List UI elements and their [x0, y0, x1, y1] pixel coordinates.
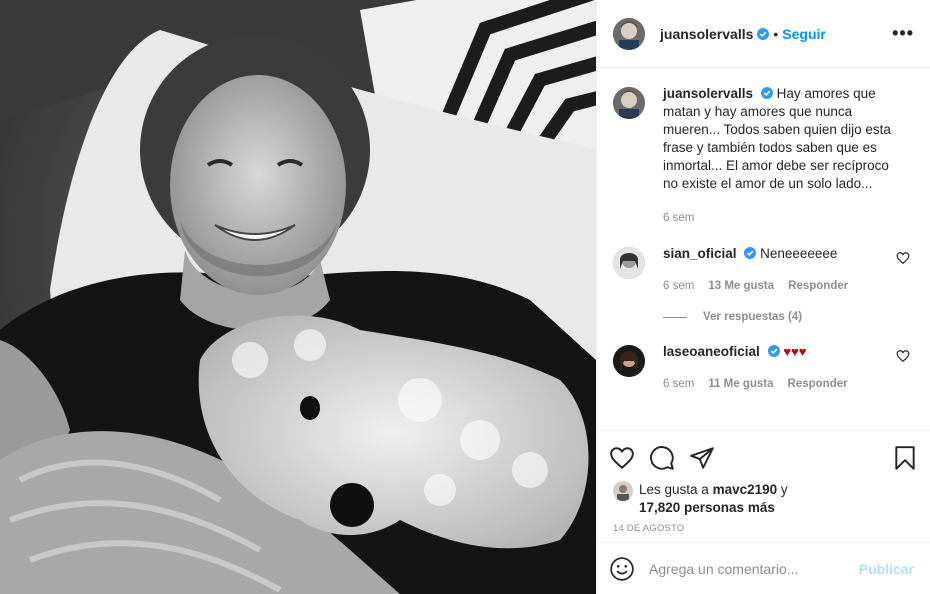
liker-username[interactable]: mavc2190: [713, 482, 778, 497]
view-replies-label: Ver respuestas (4): [703, 311, 803, 323]
follow-button[interactable]: Seguir: [782, 26, 826, 42]
post-header: juansolervalls • Seguir •••: [597, 0, 930, 68]
likes-text: Les gusta a mavc2190 y 17,820 personas m…: [639, 481, 788, 517]
emoji-icon[interactable]: [609, 556, 635, 582]
likes-conj: y: [780, 482, 788, 497]
comment-icon[interactable]: [649, 445, 675, 471]
post-actions: Les gusta a mavc2190 y 17,820 personas m…: [597, 430, 930, 542]
action-icons: [609, 441, 918, 475]
bookmark-icon[interactable]: [892, 445, 918, 471]
verified-icon: [767, 345, 780, 357]
comment-meta: 6 sem 13 Me gusta Responder: [663, 277, 891, 295]
photo-image: [0, 0, 596, 594]
post-photo[interactable]: [0, 0, 596, 594]
heart-icon[interactable]: [609, 445, 635, 471]
caption-username[interactable]: juansolervalls: [663, 86, 753, 101]
add-comment-bar: Agrega un comentario... Publicar: [597, 542, 930, 594]
comment-avatar[interactable]: [613, 345, 645, 377]
comment-body: laseoaneoficial ♥♥♥ 6 sem 11 Me gusta Re…: [663, 343, 891, 393]
instagram-post-modal: juansolervalls • Seguir ••• juansolerval…: [0, 0, 930, 594]
verified-icon: [757, 27, 770, 40]
likes-count[interactable]: 17,820 personas más: [639, 500, 775, 515]
comment-meta: 6 sem 11 Me gusta Responder: [663, 375, 891, 393]
comments-list: juansolervalls Hay amores que matan y ha…: [597, 69, 930, 429]
like-comment-icon[interactable]: [896, 251, 910, 265]
comment-avatar[interactable]: [613, 247, 645, 279]
reply-button[interactable]: Responder: [788, 277, 848, 295]
reply-button[interactable]: Responder: [788, 375, 848, 393]
caption-text: Hay amores que matan y hay amores que nu…: [663, 86, 891, 191]
comment-likes[interactable]: 13 Me gusta: [708, 277, 774, 295]
comment-time[interactable]: 6 sem: [663, 277, 694, 295]
comment-text: Neneeeeeee: [760, 246, 838, 261]
replies-line: [663, 316, 687, 318]
comment-likes[interactable]: 11 Me gusta: [708, 375, 773, 393]
post-comment-button[interactable]: Publicar: [859, 561, 914, 577]
like-comment-icon[interactable]: [896, 349, 910, 363]
post-sidebar: juansolervalls • Seguir ••• juansolerval…: [596, 0, 930, 594]
comment-time[interactable]: 6 sem: [663, 375, 694, 393]
author-username[interactable]: juansolervalls: [660, 26, 753, 42]
liker-avatar[interactable]: [613, 481, 633, 501]
share-icon[interactable]: [689, 445, 715, 471]
verified-icon: [760, 87, 773, 99]
post-date[interactable]: 14 DE AGOSTO: [609, 523, 918, 534]
comment-username[interactable]: laseoaneoficial: [663, 344, 760, 359]
comment-username[interactable]: sian_oficial: [663, 246, 737, 261]
more-options-button[interactable]: •••: [892, 23, 914, 44]
caption-body: juansolervalls Hay amores que matan y ha…: [663, 85, 891, 227]
comment-item: sian_oficial Neneeeeeee 6 sem 13 Me gust…: [613, 245, 914, 295]
caption: juansolervalls Hay amores que matan y ha…: [613, 85, 914, 227]
verified-icon: [744, 247, 757, 259]
caption-meta: 6 sem: [663, 209, 891, 227]
separator-dot: •: [773, 25, 779, 42]
comment-input[interactable]: Agrega un comentario...: [649, 561, 859, 577]
comment-body: sian_oficial Neneeeeeee 6 sem 13 Me gust…: [663, 245, 891, 295]
comment-item: laseoaneoficial ♥♥♥ 6 sem 11 Me gusta Re…: [613, 343, 914, 393]
comment-text: ♥♥♥: [783, 344, 807, 359]
author-avatar[interactable]: [613, 17, 645, 50]
caption-avatar[interactable]: [613, 87, 645, 119]
caption-time[interactable]: 6 sem: [663, 209, 694, 227]
likes-summary: Les gusta a mavc2190 y 17,820 personas m…: [609, 481, 918, 517]
likes-prefix: Les gusta a: [639, 482, 709, 497]
view-replies-button[interactable]: Ver respuestas (4): [663, 311, 914, 323]
